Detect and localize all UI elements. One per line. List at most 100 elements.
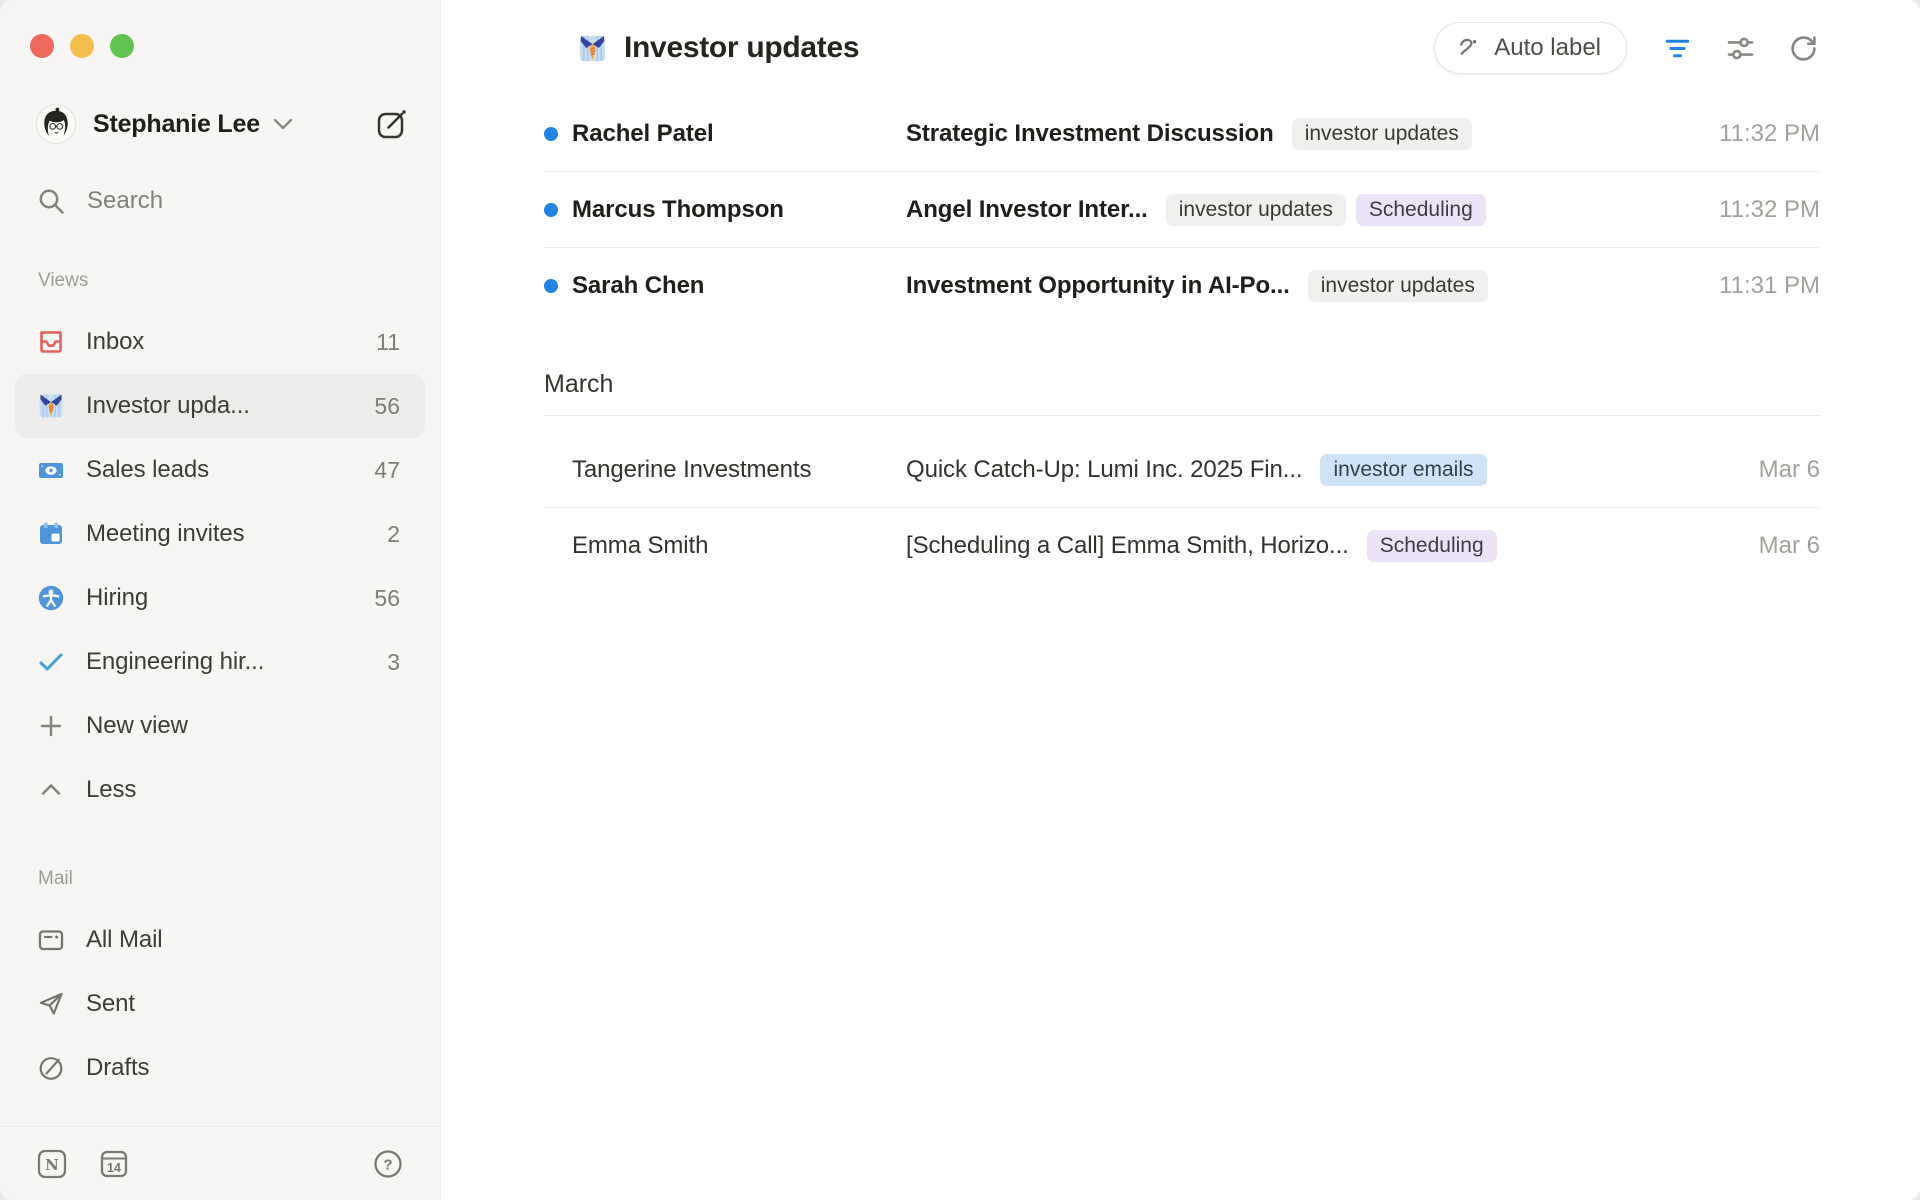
unread-count: 3 — [387, 649, 400, 676]
read-dot-placeholder — [544, 539, 558, 553]
label-badge[interactable]: investor emails — [1320, 454, 1486, 486]
sidebar-item-label: Hiring — [86, 584, 148, 612]
page-title: Investor updates — [624, 31, 859, 65]
accessibility-icon — [37, 584, 65, 612]
user-name: Stephanie Lee — [93, 110, 260, 139]
search-label: Search — [87, 187, 163, 215]
close-window-button[interactable] — [30, 34, 54, 58]
chevron-up-icon — [37, 776, 65, 804]
search-icon — [36, 186, 66, 216]
calendar-icon — [37, 520, 65, 548]
sidebar-item-meeting-invites[interactable]: Meeting invites 2 — [15, 502, 425, 566]
sender: Tangerine Investments — [572, 456, 906, 484]
sidebar-item-label: Meeting invites — [86, 520, 245, 548]
subject: Investment Opportunity in AI-Po... — [906, 272, 1290, 300]
unread-count: 47 — [374, 457, 400, 484]
svg-text:?: ? — [383, 1156, 392, 1173]
sidebar-item-sales-leads[interactable]: Sales leads 47 — [15, 438, 425, 502]
paper-plane-icon — [37, 990, 65, 1018]
sidebar-item-sent[interactable]: Sent — [15, 972, 425, 1036]
unread-count: 56 — [374, 585, 400, 612]
label-badge[interactable]: investor updates — [1292, 118, 1472, 150]
new-view-label: New view — [86, 712, 188, 740]
sidebar-footer: N 14 ? — [0, 1126, 440, 1200]
mail-row-tangerine-investments[interactable]: Tangerine Investments Quick Catch-Up: Lu… — [544, 432, 1820, 508]
label-badge[interactable]: investor updates — [1166, 194, 1346, 226]
unread-dot — [544, 127, 558, 141]
unread-count: 11 — [376, 329, 400, 356]
subject: [Scheduling a Call] Emma Smith, Horizo..… — [906, 532, 1349, 560]
display-settings-button[interactable] — [1726, 34, 1755, 63]
label-badges: investor updates Scheduling — [1166, 194, 1486, 226]
sidebar-item-investor-updates[interactable]: Investor upda... 56 — [15, 374, 425, 438]
compose-icon — [374, 106, 410, 142]
less-button[interactable]: Less — [15, 758, 425, 822]
label-badge[interactable]: Scheduling — [1367, 530, 1497, 562]
mail-row-emma-smith[interactable]: Emma Smith [Scheduling a Call] Emma Smit… — [544, 508, 1820, 584]
mail-app-window: Stephanie Lee Search Views — [0, 0, 1920, 1200]
sender: Rachel Patel — [572, 120, 906, 148]
necktie-emoji-icon — [577, 33, 608, 64]
timestamp: 11:32 PM — [1695, 120, 1820, 148]
subject: Angel Investor Inter... — [906, 196, 1148, 224]
sidebar-item-all-mail[interactable]: All Mail — [15, 908, 425, 972]
notion-app-icon[interactable]: N — [36, 1148, 68, 1180]
subject: Quick Catch-Up: Lumi Inc. 2025 Fin... — [906, 456, 1302, 484]
unread-dot — [544, 203, 558, 217]
label-badges: investor updates — [1292, 118, 1472, 150]
filter-button[interactable] — [1663, 34, 1692, 63]
label-badge[interactable]: investor updates — [1308, 270, 1488, 302]
label-badges: Scheduling — [1367, 530, 1497, 562]
mail-row-sarah-chen[interactable]: Sarah Chen Investment Opportunity in AI-… — [544, 248, 1820, 324]
minimize-window-button[interactable] — [70, 34, 94, 58]
sidebar-item-inbox[interactable]: Inbox 11 — [15, 310, 425, 374]
views-list: Inbox 11 Investor upda... 56 — [0, 310, 440, 822]
sidebar-item-engineering-hiring[interactable]: Engineering hir... 3 — [15, 630, 425, 694]
help-button[interactable]: ? — [372, 1148, 404, 1180]
compose-button[interactable] — [374, 106, 410, 142]
account-switcher[interactable]: Stephanie Lee — [0, 104, 440, 144]
auto-label-squiggle-icon — [1455, 35, 1482, 62]
month-section-header: March — [544, 354, 1820, 416]
new-view-button[interactable]: New view — [15, 694, 425, 758]
sidebar: Stephanie Lee Search Views — [0, 0, 441, 1200]
unread-count: 2 — [387, 521, 400, 548]
refresh-icon — [1789, 34, 1818, 63]
mail-list: Rachel Patel Strategic Investment Discus… — [441, 96, 1920, 584]
sidebar-item-label: Drafts — [86, 1054, 149, 1082]
zoom-window-button[interactable] — [110, 34, 134, 58]
refresh-button[interactable] — [1789, 34, 1818, 63]
sidebar-item-label: Investor upda... — [86, 392, 250, 420]
inbox-tray-icon — [37, 328, 65, 356]
view-header: Investor updates Auto label — [441, 0, 1920, 96]
notion-calendar-icon[interactable]: 14 — [98, 1148, 130, 1180]
label-badges: investor emails — [1320, 454, 1486, 486]
timestamp: 11:31 PM — [1695, 272, 1820, 300]
today-rows-group: Rachel Patel Strategic Investment Discus… — [544, 96, 1820, 324]
read-dot-placeholder — [544, 463, 558, 477]
mail-list-nav: All Mail Sent Drafts — [0, 908, 440, 1100]
sidebar-item-label: Inbox — [86, 328, 144, 356]
main-panel: Investor updates Auto label — [441, 0, 1920, 1200]
mail-row-rachel-patel[interactable]: Rachel Patel Strategic Investment Discus… — [544, 96, 1820, 172]
sidebar-item-label: Engineering hir... — [86, 648, 264, 676]
unread-dot — [544, 279, 558, 293]
sidebar-item-label: All Mail — [86, 926, 163, 954]
mail-row-marcus-thompson[interactable]: Marcus Thompson Angel Investor Inter... … — [544, 172, 1820, 248]
auto-label-button-label: Auto label — [1494, 34, 1601, 62]
sidebar-item-label: Sent — [86, 990, 135, 1018]
label-badges: investor updates — [1308, 270, 1488, 302]
auto-label-button[interactable]: Auto label — [1434, 22, 1627, 74]
necktie-icon — [37, 392, 65, 420]
question-mark-icon: ? — [372, 1148, 404, 1180]
label-badge[interactable]: Scheduling — [1356, 194, 1486, 226]
banknote-icon — [37, 456, 65, 484]
views-section-label: Views — [0, 270, 440, 292]
unread-count: 56 — [374, 393, 400, 420]
subject: Strategic Investment Discussion — [906, 120, 1274, 148]
sidebar-item-drafts[interactable]: Drafts — [15, 1036, 425, 1100]
sender: Marcus Thompson — [572, 196, 906, 224]
search-button[interactable]: Search — [0, 186, 440, 216]
pencil-circle-icon — [37, 1054, 65, 1082]
sidebar-item-hiring[interactable]: Hiring 56 — [15, 566, 425, 630]
